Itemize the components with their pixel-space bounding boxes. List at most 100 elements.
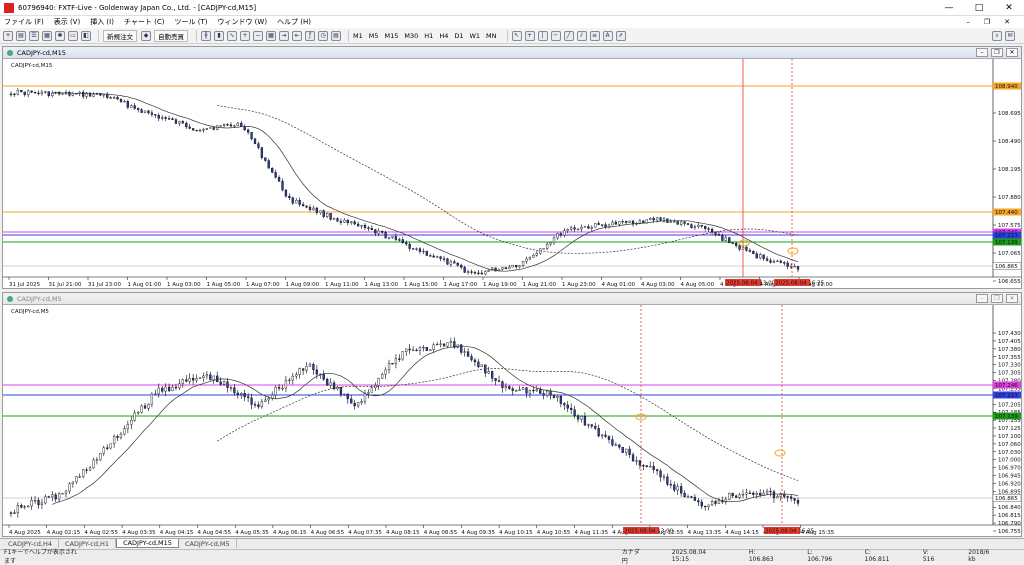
profiles-icon[interactable]: ▤ <box>16 30 26 41</box>
chart-close-button[interactable]: ✕ <box>1006 48 1018 57</box>
chart-restore-button[interactable]: ❐ <box>991 48 1003 57</box>
horizontal-line-icon[interactable]: ─ <box>550 30 561 41</box>
search-icon[interactable]: ⌕ <box>992 30 1002 41</box>
candle-body <box>161 117 164 119</box>
candle-body <box>147 110 150 114</box>
new-order-button[interactable]: 新規注文 <box>103 29 137 42</box>
text-tool-icon[interactable]: A <box>602 30 613 41</box>
cursor-icon[interactable]: ↖ <box>511 30 522 41</box>
event-time-tag-text: 2025.08.04 16:35 <box>765 529 815 535</box>
meta-editor-icon[interactable]: ◆ <box>141 30 151 41</box>
tester-icon[interactable]: ◧ <box>81 30 91 41</box>
arrows-icon[interactable]: ➚ <box>615 30 626 41</box>
candlestick-icon[interactable]: ▮ <box>214 30 224 41</box>
candle-body <box>422 250 425 253</box>
timeframe-mn[interactable]: MN <box>486 32 496 40</box>
candle-body <box>353 402 356 407</box>
candle-body <box>625 448 628 453</box>
timeframe-m30[interactable]: M30 <box>404 32 418 40</box>
menu-tools[interactable]: ツール (T) <box>174 17 207 27</box>
candle-body <box>250 397 253 405</box>
candle-body <box>212 375 215 380</box>
tab-cadjpy-m15[interactable]: CADJPY-cd,M15 <box>116 539 179 548</box>
mdi-close-icon[interactable]: ✕ <box>1004 18 1010 26</box>
vertical-line-icon[interactable]: │ <box>537 30 548 41</box>
candle-body <box>518 265 521 268</box>
candle-body <box>477 272 480 274</box>
indicators-icon[interactable]: ƒ <box>305 30 315 41</box>
time-label: 1 Aug 17:00 <box>444 282 478 288</box>
candle-body <box>123 101 126 103</box>
templates-icon[interactable]: ▤ <box>331 30 341 41</box>
candle-body <box>429 349 432 351</box>
candle-body <box>669 484 672 486</box>
menu-help[interactable]: ヘルプ (H) <box>277 17 311 27</box>
candle-body <box>738 494 741 498</box>
channel-icon[interactable]: ⫽ <box>576 30 587 41</box>
timeframe-m15[interactable]: M15 <box>385 32 399 40</box>
timeframe-d1[interactable]: D1 <box>454 32 463 40</box>
candle-body <box>676 221 679 225</box>
price-label: 107.030 <box>998 450 1021 456</box>
chart-close-button[interactable]: ✕ <box>1006 294 1018 303</box>
menu-chart[interactable]: チャート (C) <box>124 17 165 27</box>
crosshair-icon[interactable]: + <box>524 30 535 41</box>
candle-body <box>690 224 693 228</box>
menu-window[interactable]: ウィンドウ (W) <box>217 17 267 27</box>
new-chart-icon[interactable]: + <box>3 30 13 41</box>
chat-icon[interactable]: ✉ <box>1005 30 1015 41</box>
candle-body <box>267 398 270 401</box>
chart-window-m5[interactable]: CADJPY-cd,M5 – ❐ ✕ CADJPY-cd,M5 107.430 10… <box>2 292 1022 537</box>
menu-insert[interactable]: 挿入 (I) <box>90 17 114 27</box>
menu-file[interactable]: ファイル (F) <box>4 17 44 27</box>
last-price-tag-text: 106.865 <box>995 264 1018 270</box>
timeframe-h4[interactable]: H4 <box>439 32 448 40</box>
candle-body <box>446 258 449 265</box>
chart-restore-button[interactable]: ❐ <box>991 294 1003 303</box>
price-chart-m15[interactable]: CADJPY-cd,M15108.945108.695108.490108.19… <box>3 59 1021 288</box>
chart-window-m15[interactable]: CADJPY-cd,M15 – ❐ ✕ CADJPY-cd,M15108.945… <box>2 46 1022 289</box>
candle-body <box>295 200 298 204</box>
period-icon[interactable]: ◷ <box>318 30 328 41</box>
chart-minimize-button[interactable]: – <box>976 48 988 57</box>
price-chart-m5[interactable]: CADJPY-cd,M5 107.430 107.405 107.380 107.355… <box>3 305 1021 536</box>
tile-windows-icon[interactable]: ▦ <box>266 30 276 41</box>
zoom-out-icon[interactable]: − <box>253 30 263 41</box>
auto-trade-button[interactable]: 自動売買 <box>154 29 188 42</box>
candle-body <box>511 388 514 391</box>
bar-chart-icon[interactable]: ╫ <box>201 30 211 41</box>
mdi-restore-icon[interactable]: ❐ <box>984 18 990 26</box>
price-label: 107.380 <box>998 347 1021 353</box>
timeframe-w1[interactable]: W1 <box>469 32 480 40</box>
timeframe-h1[interactable]: H1 <box>424 32 433 40</box>
autoscroll-icon[interactable]: ⇥ <box>279 30 289 41</box>
data-window-icon[interactable]: ▦ <box>42 30 52 41</box>
zoom-in-icon[interactable]: + <box>240 30 250 41</box>
menu-view[interactable]: 表示 (V) <box>54 17 80 27</box>
candle-body <box>783 262 786 264</box>
market-watch-icon[interactable]: ☰ <box>29 30 39 41</box>
close-button[interactable]: ✕ <box>994 3 1024 13</box>
mdi-minimize-icon[interactable]: – <box>966 18 970 26</box>
trendline-icon[interactable]: ╱ <box>563 30 574 41</box>
candle-body <box>374 229 377 234</box>
candle-body <box>710 229 714 233</box>
timeframe-m1[interactable]: M1 <box>353 32 363 40</box>
tab-cadjpy-m5[interactable]: CADJPY-cd,M5 <box>179 539 237 548</box>
maximize-button[interactable]: □ <box>964 3 994 13</box>
chart-minimize-button[interactable]: – <box>976 294 988 303</box>
navigator-icon[interactable]: ✱ <box>55 30 65 41</box>
price-label: 107.205 <box>998 402 1021 408</box>
chart-shift-icon[interactable]: ⇤ <box>292 30 302 41</box>
time-label: 4 Aug 08:55 <box>424 530 458 536</box>
candle-body <box>759 254 762 259</box>
timeframe-m5[interactable]: M5 <box>369 32 379 40</box>
candle-body <box>212 127 215 130</box>
line-chart-icon[interactable]: ∿ <box>227 30 237 41</box>
candle-body <box>528 257 532 260</box>
candle-body <box>106 447 109 449</box>
candle-body <box>515 264 518 268</box>
fibonacci-icon[interactable]: ≡ <box>589 30 600 41</box>
minimize-button[interactable]: — <box>934 3 964 13</box>
terminal-icon[interactable]: ▭ <box>68 30 78 41</box>
